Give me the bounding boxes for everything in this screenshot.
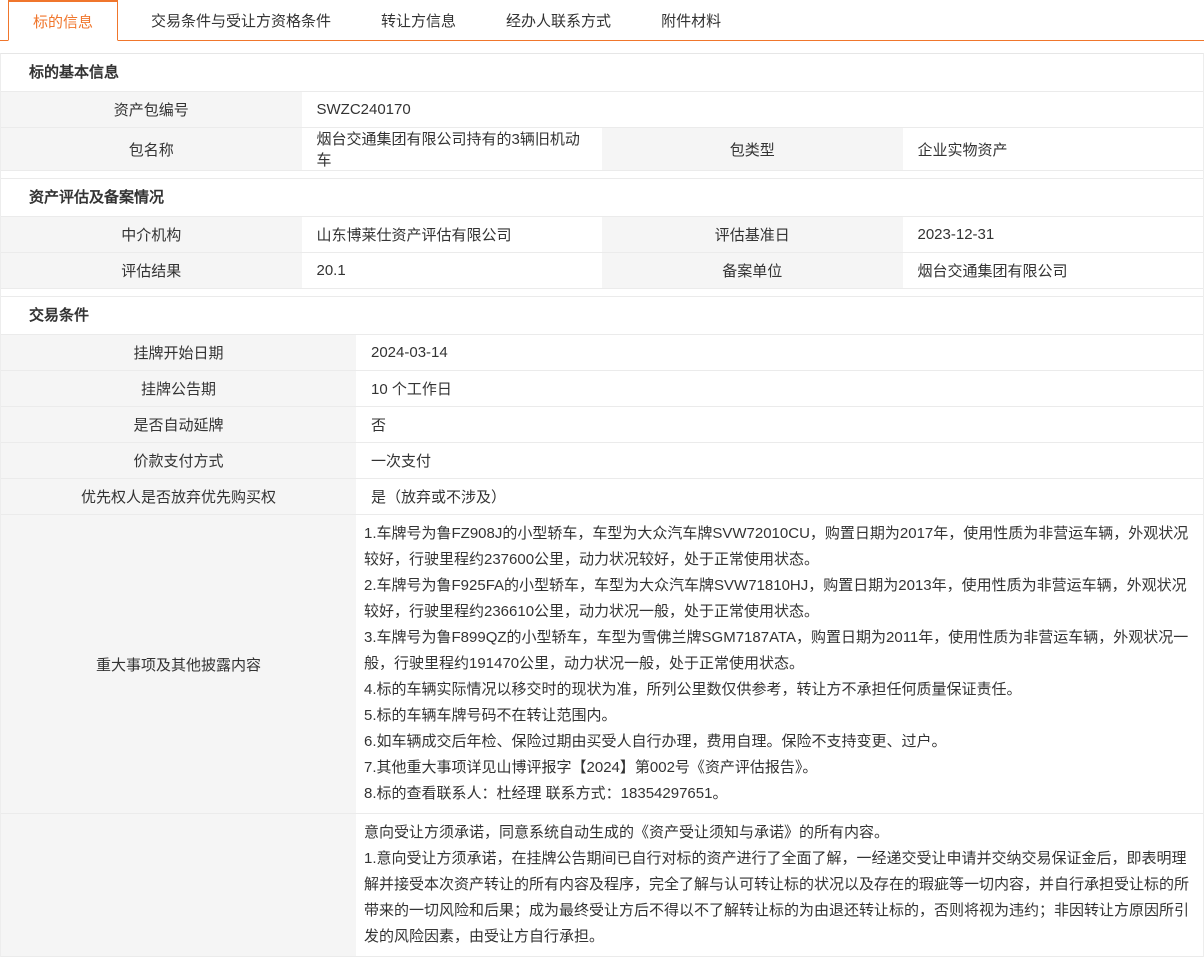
field-label-evaluation-base-date: 评估基准日 [602, 217, 903, 252]
section-title-basic-info: 标的基本信息 [1, 54, 1203, 92]
field-value-announcement-period: 10 个工作日 [356, 371, 1203, 406]
field-value-filing-unit: 烟台交通集团有限公司 [903, 253, 1204, 288]
field-value-auto-extension: 否 [356, 407, 1203, 442]
field-value-transferee-commitment: 意向受让方须承诺，同意系统自动生成的《资产受让须知与承诺》的所有内容。 1.意向… [356, 814, 1203, 956]
table-row: 资产包编号 SWZC240170 [1, 92, 1203, 128]
tab-transferor-info[interactable]: 转让方信息 [364, 0, 473, 40]
tab-agent-contact[interactable]: 经办人联系方式 [489, 0, 628, 40]
field-label-filing-unit: 备案单位 [602, 253, 903, 288]
table-row: 包名称 烟台交通集团有限公司持有的3辆旧机动车 包类型 企业实物资产 [1, 128, 1203, 171]
table-row: 评估结果 20.1 备案单位 烟台交通集团有限公司 [1, 253, 1203, 289]
field-value-evaluation-base-date: 2023-12-31 [903, 217, 1204, 252]
field-label-listing-start-date: 挂牌开始日期 [1, 335, 356, 370]
table-row: 挂牌开始日期 2024-03-14 [1, 335, 1203, 371]
field-value-preemptive-right-waiver: 是（放弃或不涉及） [356, 479, 1203, 514]
field-value-major-disclosure: 1.车牌号为鲁FZ908J的小型轿车，车型为大众汽车牌SVW72010CU，购置… [356, 515, 1203, 813]
section-divider [1, 289, 1203, 297]
field-value-package-number: SWZC240170 [302, 92, 1204, 127]
table-row: 重大事项及其他披露内容 1.车牌号为鲁FZ908J的小型轿车，车型为大众汽车牌S… [1, 515, 1203, 814]
tab-target-info[interactable]: 标的信息 [8, 0, 118, 41]
field-label-major-disclosure: 重大事项及其他披露内容 [1, 515, 356, 813]
field-label-auto-extension: 是否自动延牌 [1, 407, 356, 442]
table-row: 是否自动延牌 否 [1, 407, 1203, 443]
field-value-payment-method: 一次支付 [356, 443, 1203, 478]
section-title-trade-conditions: 交易条件 [1, 297, 1203, 335]
field-label-transferee-commitment [1, 814, 356, 956]
content-area: 标的基本信息 资产包编号 SWZC240170 包名称 烟台交通集团有限公司持有… [0, 53, 1204, 957]
field-value-evaluation-result: 20.1 [302, 253, 603, 288]
tab-trade-conditions[interactable]: 交易条件与受让方资格条件 [134, 0, 348, 40]
table-row: 意向受让方须承诺，同意系统自动生成的《资产受让须知与承诺》的所有内容。 1.意向… [1, 814, 1203, 957]
field-value-package-type: 企业实物资产 [903, 128, 1204, 170]
field-value-agency: 山东博莱仕资产评估有限公司 [302, 217, 603, 252]
field-label-package-type: 包类型 [602, 128, 903, 170]
section-title-evaluation: 资产评估及备案情况 [1, 179, 1203, 217]
section-divider [1, 171, 1203, 179]
field-label-preemptive-right-waiver: 优先权人是否放弃优先购买权 [1, 479, 356, 514]
field-value-package-name: 烟台交通集团有限公司持有的3辆旧机动车 [302, 128, 603, 170]
tab-bar: 标的信息 交易条件与受让方资格条件 转让方信息 经办人联系方式 附件材料 [0, 0, 1204, 41]
field-label-announcement-period: 挂牌公告期 [1, 371, 356, 406]
field-label-package-name: 包名称 [1, 128, 302, 170]
field-label-package-number: 资产包编号 [1, 92, 302, 127]
tab-attachments[interactable]: 附件材料 [644, 0, 738, 40]
field-label-evaluation-result: 评估结果 [1, 253, 302, 288]
table-row: 优先权人是否放弃优先购买权 是（放弃或不涉及） [1, 479, 1203, 515]
table-row: 挂牌公告期 10 个工作日 [1, 371, 1203, 407]
field-label-payment-method: 价款支付方式 [1, 443, 356, 478]
section-trade-conditions: 交易条件 挂牌开始日期 2024-03-14 挂牌公告期 10 个工作日 是否自… [1, 297, 1203, 957]
table-row: 价款支付方式 一次支付 [1, 443, 1203, 479]
asset-listing-page: 标的信息 交易条件与受让方资格条件 转让方信息 经办人联系方式 附件材料 标的基… [0, 0, 1204, 957]
table-row: 中介机构 山东博莱仕资产评估有限公司 评估基准日 2023-12-31 [1, 217, 1203, 253]
field-value-listing-start-date: 2024-03-14 [356, 335, 1203, 370]
field-label-agency: 中介机构 [1, 217, 302, 252]
